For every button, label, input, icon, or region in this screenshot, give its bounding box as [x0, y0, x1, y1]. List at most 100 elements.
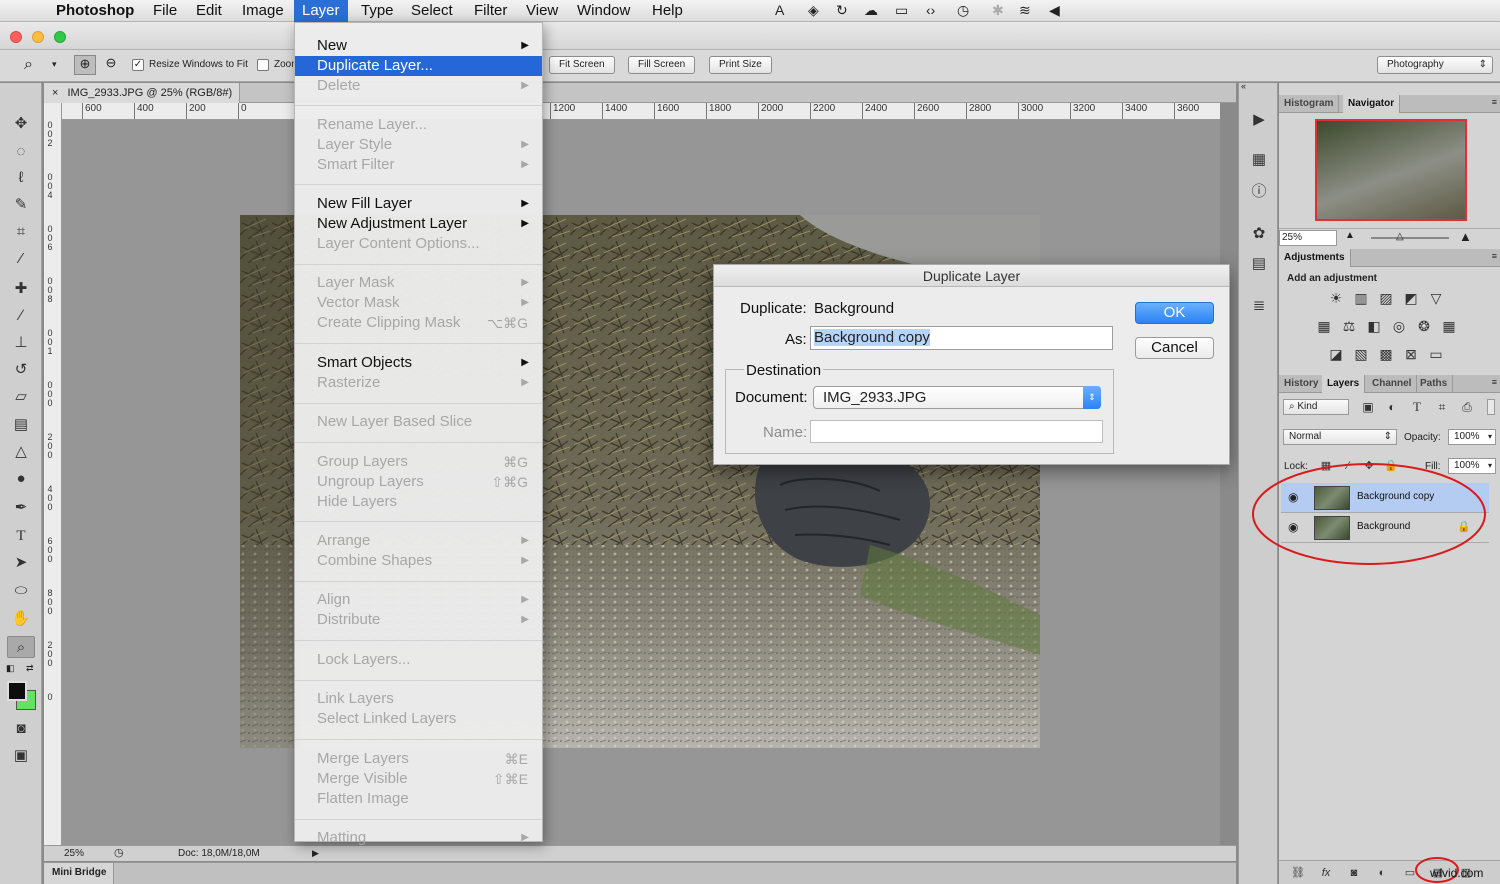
apple-icon[interactable]: [14, 0, 30, 22]
menu-item-delete[interactable]: Delete▶: [295, 76, 542, 96]
menu-filter[interactable]: Filter: [466, 0, 515, 22]
code-icon[interactable]: ‹›: [926, 2, 935, 18]
tab-layers[interactable]: Layers: [1322, 375, 1365, 393]
filter-toggle[interactable]: [1487, 399, 1495, 415]
ellipse-tool-icon[interactable]: ⬭: [7, 580, 35, 602]
menu-item-new[interactable]: New▶: [295, 36, 542, 56]
kind-filter-select[interactable]: ⌕ Kind: [1283, 399, 1349, 415]
print-size-button[interactable]: Print Size: [709, 56, 772, 74]
menu-item-arrange[interactable]: Arrange▶: [295, 531, 542, 551]
color-lookup-icon[interactable]: ▦: [1440, 318, 1458, 334]
pen-tool-icon[interactable]: ✒: [7, 497, 35, 519]
filter-smart-object-icon[interactable]: ⎙: [1458, 399, 1476, 415]
menu-item-create-clipping-mask[interactable]: Create Clipping Mask⌥⌘G: [295, 313, 542, 333]
channels-icon[interactable]: ▦: [1248, 149, 1270, 171]
opacity-input[interactable]: 100% ▾: [1448, 429, 1496, 445]
document-tab[interactable]: × IMG_2933.JPG @ 25% (RGB/8#): [44, 83, 240, 103]
color-balance-icon[interactable]: ⚖: [1340, 318, 1358, 334]
mini-bridge-tab[interactable]: Mini Bridge: [44, 863, 114, 884]
channel-mixer-icon[interactable]: ❂: [1415, 318, 1433, 334]
menu-view[interactable]: View: [518, 0, 566, 22]
resize-windows-checkbox[interactable]: ✓: [132, 59, 144, 71]
wifi-icon[interactable]: ≋: [1019, 2, 1031, 19]
zoom-all-checkbox[interactable]: [257, 59, 269, 71]
zoom-in-mountain-icon[interactable]: ▲: [1459, 229, 1472, 244]
menu-item-combine-shapes[interactable]: Combine Shapes▶: [295, 551, 542, 571]
zoom-out-icon[interactable]: ⊖: [100, 55, 122, 75]
fit-screen-button[interactable]: Fit Screen: [549, 56, 615, 74]
crop-tool-icon[interactable]: ⌗: [7, 221, 35, 243]
menu-item-lock-layers[interactable]: Lock Layers...: [295, 650, 542, 670]
menu-select[interactable]: Select: [403, 0, 461, 22]
time-machine-icon[interactable]: ◷: [957, 2, 969, 19]
menu-window[interactable]: Window: [569, 0, 638, 22]
tab-histogram[interactable]: Histogram: [1279, 95, 1339, 113]
close-tab-icon[interactable]: ×: [52, 87, 58, 99]
vibrance-icon[interactable]: ▽: [1427, 290, 1445, 306]
menu-layer[interactable]: Layer: [294, 0, 348, 22]
foreground-color-swatch[interactable]: [7, 681, 27, 701]
adobe-icon[interactable]: A: [775, 2, 784, 18]
menu-item-rasterize[interactable]: Rasterize▶: [295, 373, 542, 393]
name-input[interactable]: [810, 420, 1103, 443]
menu-help[interactable]: Help: [644, 0, 691, 22]
status-zoom[interactable]: 25%: [64, 846, 84, 861]
zoom-in-icon[interactable]: ⊕: [74, 55, 96, 75]
dropbox-icon[interactable]: ◈: [808, 2, 819, 19]
fx-icon[interactable]: fx: [1317, 865, 1335, 881]
menu-type[interactable]: Type: [353, 0, 402, 22]
close-window-button[interactable]: [10, 31, 22, 43]
menu-item-align[interactable]: Align▶: [295, 590, 542, 610]
menu-item-matting[interactable]: Matting▶: [295, 828, 542, 848]
panel-menu-icon[interactable]: ≡: [1492, 377, 1497, 387]
threshold-icon[interactable]: ▩: [1377, 346, 1395, 362]
default-colors-icon[interactable]: ◧: [6, 663, 15, 674]
menu-item-hide-layers[interactable]: Hide Layers: [295, 492, 542, 512]
blur-tool-icon[interactable]: △: [7, 441, 35, 463]
menu-item-new-layer-based-slice[interactable]: New Layer Based Slice: [295, 412, 542, 432]
styles-icon[interactable]: ▤: [1248, 253, 1270, 275]
fill-screen-button[interactable]: Fill Screen: [628, 56, 695, 74]
swatches-icon[interactable]: ✿: [1248, 223, 1270, 245]
document-select[interactable]: IMG_2933.JPG ⇕: [813, 386, 1101, 409]
invert-icon[interactable]: ◪: [1327, 346, 1345, 362]
brightness-icon[interactable]: ☀: [1327, 290, 1345, 306]
menu-item-rename-layer[interactable]: Rename Layer...: [295, 115, 542, 135]
volume-icon[interactable]: ◀: [1049, 2, 1060, 19]
lasso-tool-icon[interactable]: ℓ: [7, 167, 35, 189]
filter-pixel-icon[interactable]: ▣: [1359, 399, 1377, 415]
menu-item-layer-style[interactable]: Layer Style▶: [295, 135, 542, 155]
ok-button[interactable]: OK: [1135, 302, 1214, 324]
eraser-tool-icon[interactable]: ▱: [7, 386, 35, 408]
menu-item-group-layers[interactable]: Group Layers⌘G: [295, 452, 542, 472]
blend-mode-select[interactable]: Normal ⇕: [1283, 429, 1397, 445]
type-tool-icon[interactable]: T: [7, 525, 35, 547]
workspace-select[interactable]: Photography ⇕: [1377, 56, 1493, 74]
filter-shape-icon[interactable]: ⌗: [1433, 399, 1451, 415]
menu-item-new-fill-layer[interactable]: New Fill Layer▶: [295, 194, 542, 214]
minimize-window-button[interactable]: [32, 31, 44, 43]
cancel-button[interactable]: Cancel: [1135, 337, 1214, 359]
eyedropper-tool-icon[interactable]: ⁄: [7, 248, 35, 270]
tab-history[interactable]: History: [1279, 375, 1324, 393]
hand-tool-icon[interactable]: ✋: [7, 608, 35, 630]
stamp-tool-icon[interactable]: ⊥: [7, 332, 35, 354]
tool-preset-dropdown-icon[interactable]: ▾: [52, 59, 57, 70]
exposure-icon[interactable]: ◩: [1402, 290, 1420, 306]
selective-color-icon[interactable]: ⊠: [1402, 346, 1420, 362]
tab-navigator[interactable]: Navigator: [1343, 95, 1400, 113]
actions-play-icon[interactable]: ▶: [1248, 109, 1270, 131]
menu-item-new-adjustment-layer[interactable]: New Adjustment Layer▶: [295, 214, 542, 234]
dodge-tool-icon[interactable]: ●: [7, 468, 35, 490]
marquee-tool-icon[interactable]: ◌: [7, 141, 35, 163]
screen-mode-icon[interactable]: ▣: [7, 745, 35, 767]
tab-channel[interactable]: Channel: [1367, 375, 1417, 393]
status-info-icon[interactable]: ◷: [114, 846, 124, 861]
add-mask-icon[interactable]: ◙: [1345, 865, 1363, 881]
swap-colors-icon[interactable]: ⇄: [26, 663, 34, 674]
gradient-tool-icon[interactable]: ▤: [7, 414, 35, 436]
menu-item-smart-filter[interactable]: Smart Filter▶: [295, 155, 542, 175]
filter-type-icon[interactable]: T: [1408, 399, 1426, 415]
posterize-icon[interactable]: ▧: [1352, 346, 1370, 362]
airplay-icon[interactable]: ▭: [895, 2, 908, 19]
